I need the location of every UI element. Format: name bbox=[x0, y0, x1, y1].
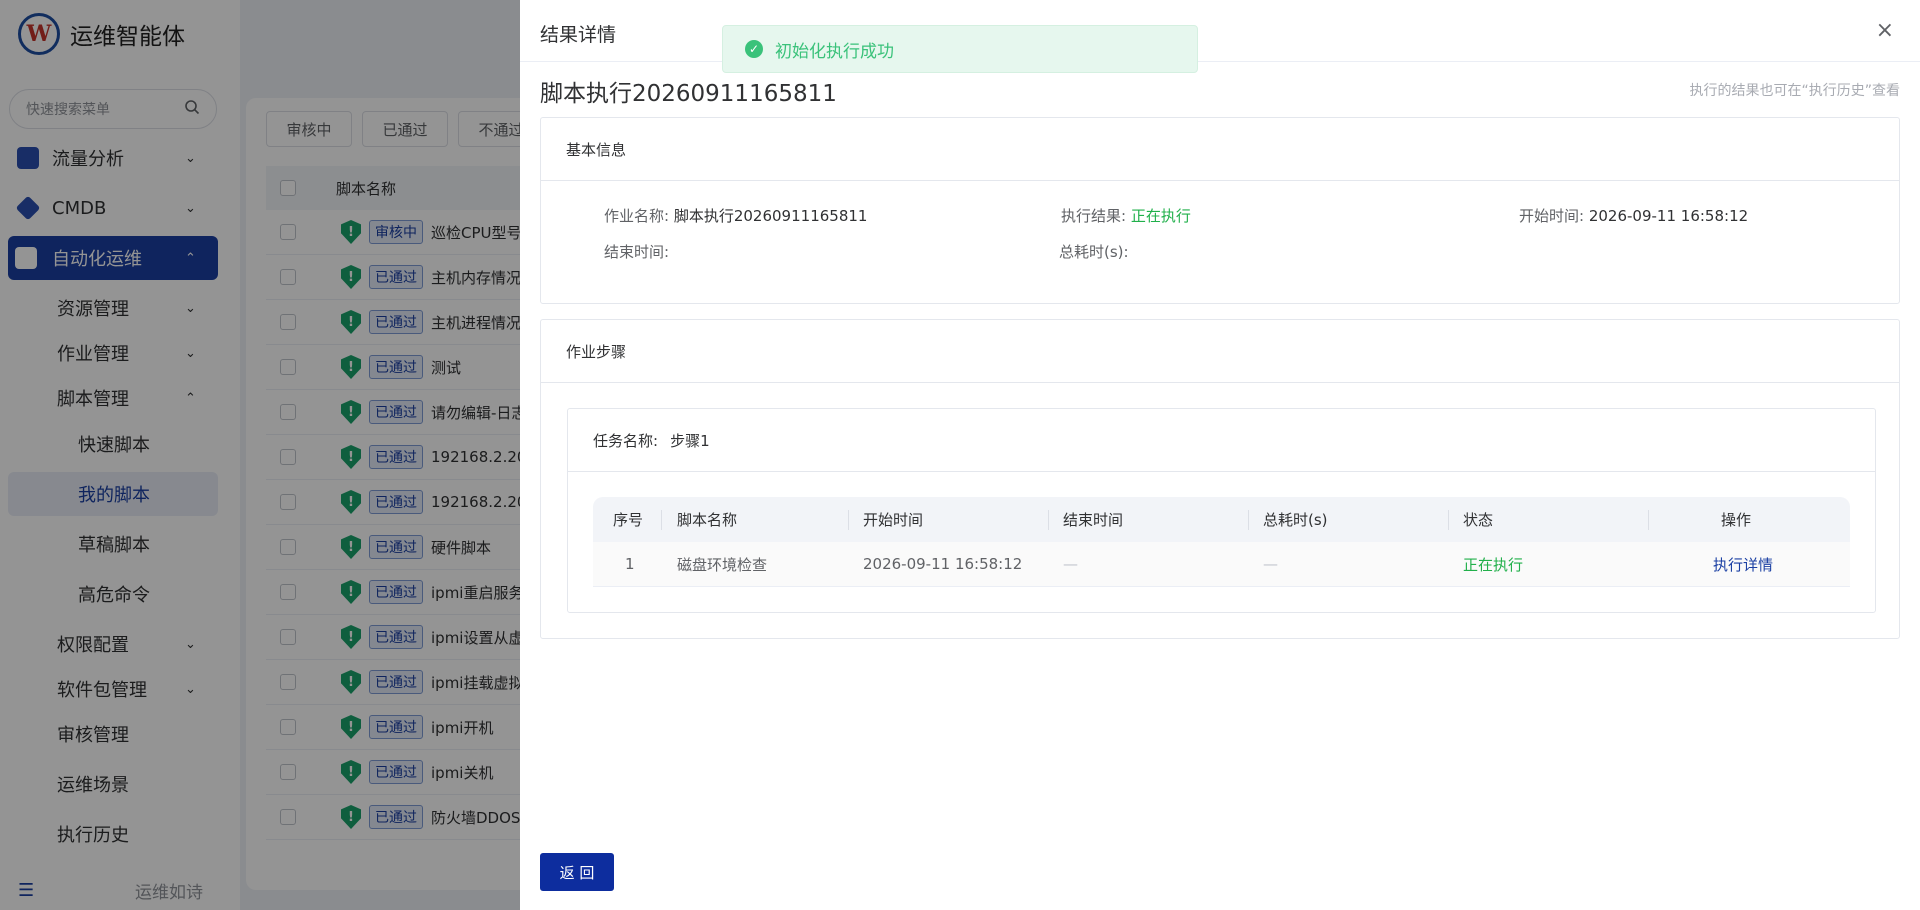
column-divider bbox=[1048, 510, 1049, 530]
close-icon[interactable]: × bbox=[1876, 18, 1894, 43]
column-header-action: 操作 bbox=[1721, 511, 1752, 529]
job-name-value: 脚本执行20260911165811 bbox=[673, 207, 868, 225]
result-label: 执行结果: bbox=[1061, 207, 1127, 225]
result-detail-drawer: 结果详情 × 脚本执行20260911165811 执行的结果也可在“执行历史”… bbox=[520, 0, 1920, 910]
job-name-field: 作业名称: 脚本执行20260911165811 bbox=[604, 205, 867, 226]
row-end-time: — bbox=[1063, 555, 1078, 573]
column-header-end: 结束时间 bbox=[1063, 511, 1124, 529]
success-toast: ✓ 初始化执行成功 bbox=[722, 25, 1198, 73]
column-header-duration: 总耗时(s) bbox=[1263, 511, 1328, 529]
duration-label: 总耗时(s): bbox=[1059, 243, 1129, 261]
row-duration: — bbox=[1263, 555, 1278, 573]
job-title: 脚本执行20260911165811 bbox=[540, 81, 837, 107]
column-header-start: 开始时间 bbox=[863, 511, 924, 529]
row-start-time: 2026-09-11 16:58:12 bbox=[863, 555, 1023, 573]
column-divider bbox=[1248, 510, 1249, 530]
column-divider bbox=[1448, 510, 1449, 530]
execution-detail-link[interactable]: 执行详情 bbox=[1713, 554, 1773, 575]
step-table-header: 序号 脚本名称 开始时间 结束时间 总耗时(s) 状态 操作 bbox=[593, 497, 1850, 542]
drawer-title: 结果详情 bbox=[540, 24, 617, 46]
end-time-label: 结束时间: bbox=[604, 243, 670, 261]
column-header-index: 序号 bbox=[613, 511, 644, 529]
basic-info-card: 基本信息 作业名称: 脚本执行20260911165811 执行结果: 正在执行… bbox=[540, 117, 1900, 304]
row-script-name: 磁盘环境检查 bbox=[677, 555, 768, 574]
basic-info-header: 基本信息 bbox=[541, 118, 1899, 181]
step-card: 任务名称: 步骤1 序号 脚本名称 开始时间 结束时间 总耗时(s) 状态 操作… bbox=[567, 408, 1876, 613]
column-divider bbox=[661, 510, 662, 530]
result-value: 正在执行 bbox=[1130, 207, 1191, 225]
end-time-field: 结束时间: bbox=[604, 241, 669, 262]
step-results-table: 序号 脚本名称 开始时间 结束时间 总耗时(s) 状态 操作 1 磁盘环境检查 … bbox=[593, 497, 1850, 587]
column-divider bbox=[1648, 510, 1649, 530]
column-divider bbox=[848, 510, 849, 530]
job-steps-header: 作业步骤 bbox=[541, 320, 1899, 383]
job-name-label: 作业名称: bbox=[604, 207, 670, 225]
toast-message: 初始化执行成功 bbox=[775, 41, 894, 62]
column-header-status: 状态 bbox=[1463, 511, 1494, 529]
start-time-label: 开始时间: bbox=[1519, 207, 1585, 225]
check-circle-icon: ✓ bbox=[745, 40, 763, 58]
column-header-script: 脚本名称 bbox=[677, 511, 738, 529]
row-status: 正在执行 bbox=[1463, 555, 1524, 574]
result-field: 执行结果: 正在执行 bbox=[1061, 205, 1191, 226]
duration-field: 总耗时(s): bbox=[1059, 241, 1129, 262]
job-steps-card: 作业步骤 任务名称: 步骤1 序号 脚本名称 开始时间 结束时间 总耗时(s) bbox=[540, 319, 1900, 639]
start-time-value: 2026-09-11 16:58:12 bbox=[1588, 207, 1749, 225]
table-row: 1 磁盘环境检查 2026-09-11 16:58:12 — — 正在执行 执行… bbox=[593, 542, 1850, 587]
history-hint: 执行的结果也可在“执行历史”查看 bbox=[1689, 83, 1900, 99]
task-name-label: 任务名称: bbox=[593, 431, 659, 450]
back-button[interactable]: 返 回 bbox=[540, 853, 614, 891]
task-name-value: 步骤1 bbox=[670, 431, 710, 450]
row-index: 1 bbox=[625, 555, 635, 573]
step-card-header: 任务名称: 步骤1 bbox=[568, 409, 1875, 472]
start-time-field: 开始时间: 2026-09-11 16:58:12 bbox=[1519, 205, 1748, 226]
